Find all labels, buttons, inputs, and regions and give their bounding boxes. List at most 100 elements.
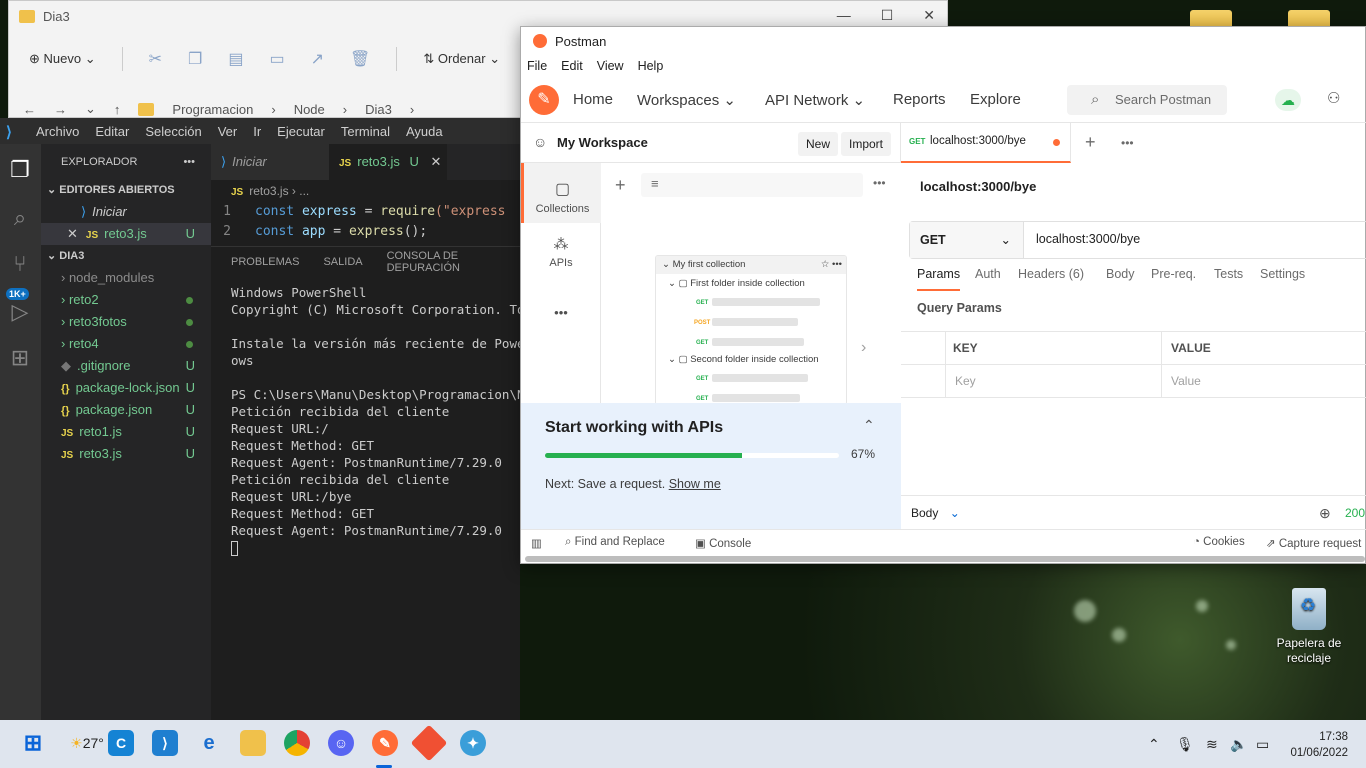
chevron-down-icon[interactable]: ⌄ (85, 101, 96, 117)
menu-item[interactable]: Ver (218, 124, 238, 139)
more-icon[interactable]: ••• (873, 176, 886, 190)
chevron-up-icon[interactable]: ⌃ (1148, 736, 1160, 753)
tab-debug-console[interactable]: CONSOLA DE DEPURACIÓN (387, 250, 520, 274)
chrome-icon[interactable] (284, 730, 310, 756)
filter-input[interactable]: ≡ (641, 173, 863, 197)
sidebar-item-collections[interactable]: ▢ Collections (521, 163, 601, 223)
nav-workspaces[interactable]: Workspaces ⌄ (637, 91, 736, 109)
clock[interactable]: 17:38 01/06/2022 (1286, 729, 1348, 761)
horizontal-scrollbar[interactable] (525, 556, 1365, 562)
request-title[interactable]: localhost:3000/bye (920, 179, 1036, 194)
tab-output[interactable]: SALIDA (323, 256, 362, 268)
nav-explore[interactable]: Explore (970, 91, 1021, 108)
tab-params[interactable]: Params (917, 267, 961, 291)
sidebar-item-apis[interactable]: ⁂ APIs (521, 235, 601, 269)
tab-reto3[interactable]: JS reto3.js U ✕ (329, 144, 447, 180)
menu-item[interactable]: Ejecutar (277, 124, 325, 139)
menu-item[interactable]: File (527, 59, 547, 73)
console-button[interactable]: ▣ Console (695, 536, 751, 550)
path-segment[interactable]: Node (294, 102, 325, 117)
file-tree-item[interactable]: › node_modules (41, 267, 211, 289)
maps-icon[interactable]: ✦ (460, 730, 486, 756)
folder-header[interactable]: ⌄ DIA3 (41, 245, 211, 267)
tab-tests[interactable]: Tests (1214, 267, 1243, 281)
menu-item[interactable]: Help (638, 59, 664, 73)
url-input[interactable]: localhost:3000/bye (1036, 232, 1140, 246)
menu-item[interactable]: View (597, 59, 624, 73)
nav-reports[interactable]: Reports (893, 91, 946, 108)
postman-logo-icon[interactable]: ✎ (529, 85, 559, 115)
recycle-bin[interactable]: Papelera de reciclaje (1270, 588, 1348, 666)
workspace-name[interactable]: My Workspace (557, 135, 648, 150)
path-segment[interactable]: Programacion (172, 102, 253, 117)
breadcrumb[interactable]: JS reto3.js › ... (211, 180, 520, 202)
search-icon[interactable]: ⌕ (6, 204, 34, 232)
open-editors-header[interactable]: ⌄ EDITORES ABIERTOS (41, 179, 211, 201)
delete-icon[interactable]: 🗑 (350, 49, 370, 69)
minimize-icon[interactable]: — (837, 7, 851, 24)
extensions-icon[interactable]: ⊞ (6, 344, 34, 372)
menu-item[interactable]: Terminal (341, 124, 390, 139)
invite-user-icon[interactable]: ⚇ (1327, 89, 1340, 107)
file-tree-item[interactable]: › reto3fotos (41, 311, 211, 333)
back-icon[interactable]: ← (23, 102, 36, 117)
new-button[interactable]: ⊕ Nuevo ⌄ (29, 51, 96, 67)
tab-headers[interactable]: Headers (6) (1018, 267, 1084, 281)
path-segment[interactable]: Dia3 (365, 102, 392, 117)
battery-icon[interactable]: ▭ (1256, 736, 1269, 753)
vscode-icon[interactable]: ⟩ (152, 730, 178, 756)
search-input[interactable]: ⌕ Search Postman (1067, 85, 1227, 115)
microphone-icon[interactable]: 🎙 (1176, 736, 1194, 753)
nav-api-network[interactable]: API Network ⌄ (765, 91, 865, 109)
start-windows-icon[interactable]: ⊞ (20, 730, 46, 756)
up-icon[interactable]: ↑ (114, 102, 121, 117)
collapse-icon[interactable]: ⌃ (863, 417, 875, 434)
file-tree-item[interactable]: › reto2 (41, 289, 211, 311)
maximize-icon[interactable]: ☐ (881, 7, 894, 24)
sync-cloud-icon[interactable]: ☁ (1275, 89, 1301, 111)
find-replace-button[interactable]: ⌕ Find and Replace (565, 536, 665, 549)
new-button[interactable]: New (798, 132, 839, 156)
capture-request-button[interactable]: ⇗ Capture request (1266, 536, 1361, 550)
file-tree-item[interactable]: JS reto3.js U (41, 443, 211, 465)
files-icon[interactable]: ❐ (6, 156, 34, 184)
value-input[interactable]: Value (1171, 374, 1201, 388)
tab-settings[interactable]: Settings (1260, 267, 1305, 281)
menu-item[interactable]: Ayuda (406, 124, 443, 139)
terminal[interactable]: Windows PowerShell Copyright (C) Microsof… (211, 276, 520, 720)
paste-icon[interactable]: ▤ (228, 49, 243, 69)
file-tree-item[interactable]: {} package-lock.json U (41, 377, 211, 399)
method-select[interactable]: GET ⌄ (910, 222, 1024, 258)
tab-problems[interactable]: PROBLEMAS (231, 256, 299, 268)
chevron-right-icon[interactable]: › (861, 339, 866, 357)
wifi-icon[interactable]: ≋ (1206, 736, 1218, 753)
more-icon[interactable]: ••• (183, 151, 195, 173)
file-tree-item[interactable]: ◆ .gitignore U (41, 355, 211, 377)
import-button[interactable]: Import (841, 132, 892, 156)
more-icon[interactable]: ••• (1121, 136, 1134, 150)
run-debug-icon[interactable]: ▷ (6, 298, 34, 326)
volume-icon[interactable]: 🔈 (1230, 736, 1247, 753)
file-tree-item[interactable]: JS reto1.js U (41, 421, 211, 443)
discord-icon[interactable]: ☺ (328, 730, 354, 756)
more-icon[interactable]: ••• (521, 305, 601, 320)
edge-icon[interactable]: e (196, 730, 222, 756)
postman-icon[interactable]: ✎ (372, 730, 398, 756)
share-icon[interactable]: ↗ (311, 49, 324, 69)
key-input[interactable]: Key (955, 374, 976, 388)
file-tree-item[interactable]: › reto4 (41, 333, 211, 355)
cut-icon[interactable]: ✂ (149, 49, 162, 69)
close-icon[interactable]: ✕ (923, 7, 935, 24)
close-icon[interactable]: ✕ (431, 154, 442, 169)
rename-icon[interactable]: ▭ (270, 49, 285, 69)
open-editor-item[interactable]: ⟩ Iniciar (41, 201, 211, 223)
add-tab-icon[interactable]: + (1085, 132, 1096, 153)
forward-icon[interactable]: → (54, 102, 67, 117)
request-tab[interactable]: GET localhost:3000/bye (901, 123, 1071, 163)
tab-prerequest[interactable]: Pre-req. (1151, 267, 1196, 281)
file-tree-item[interactable]: {} package.json U (41, 399, 211, 421)
file-explorer-icon[interactable] (240, 730, 266, 756)
tab-auth[interactable]: Auth (975, 267, 1001, 281)
menu-item[interactable]: Selección (145, 124, 201, 139)
code-editor[interactable]: 1 const express = require("express 2 const… (211, 202, 520, 246)
